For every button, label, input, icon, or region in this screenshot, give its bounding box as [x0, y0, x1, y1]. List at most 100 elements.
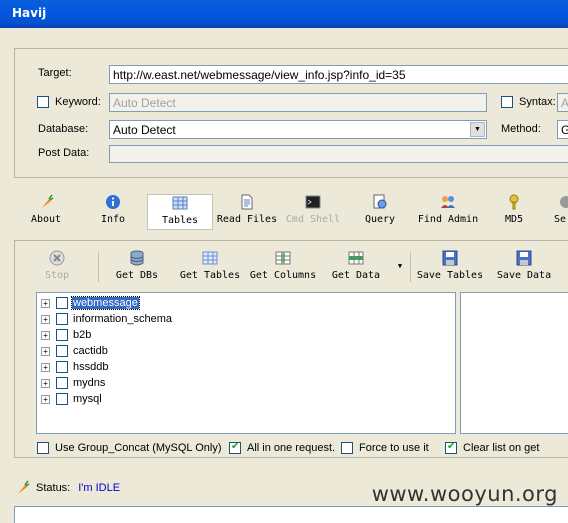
database-tree[interactable]: + webmessage + information_schema + b2b …: [36, 292, 456, 434]
group-concat-checkbox[interactable]: [37, 442, 49, 454]
tree-item-checkbox[interactable]: [56, 329, 68, 341]
tree-item-hssddb[interactable]: + hssddb: [41, 359, 109, 375]
status-bar: Status: I'm IDLE: [14, 480, 120, 496]
expand-icon[interactable]: +: [41, 298, 50, 308]
syntax-checkbox[interactable]: [501, 96, 513, 108]
tree-item-label: webmessage: [71, 296, 140, 310]
tree-item-mysql[interactable]: + mysql: [41, 391, 103, 407]
save-icon: [442, 250, 458, 266]
expand-icon[interactable]: +: [41, 378, 50, 388]
all-in-one-option[interactable]: All in one request.: [229, 441, 335, 455]
carrot-icon: [18, 480, 30, 494]
tab-find-admin[interactable]: Find Admin: [414, 194, 482, 230]
tab-label: Se: [553, 214, 567, 225]
force-label: Force to use it: [359, 442, 429, 454]
tree-item-checkbox[interactable]: [56, 297, 68, 309]
tree-item-label: hssddb: [73, 361, 109, 373]
get-tables-label: Get Tables: [179, 270, 241, 281]
syntax-input[interactable]: A: [557, 93, 568, 112]
tab-label: Info: [100, 214, 126, 225]
tree-item-webmessage[interactable]: + webmessage: [41, 295, 140, 311]
data-result-panel[interactable]: [460, 292, 568, 434]
stop-icon: [49, 250, 65, 266]
get-columns-label: Get Columns: [249, 270, 317, 281]
group-concat-option[interactable]: Use Group_Concat (MySQL Only): [37, 441, 221, 455]
data-icon: [348, 251, 364, 265]
tables-toolbar: Stop Get DBs Get Tables Get Columns Get …: [0, 250, 568, 286]
tab-query[interactable]: Query: [360, 194, 400, 230]
tab-label: MD5: [504, 214, 524, 225]
get-columns-button[interactable]: Get Columns: [248, 250, 318, 281]
tree-item-mydns[interactable]: + mydns: [41, 375, 106, 391]
settings-icon: [560, 196, 568, 208]
admin-icon: [441, 196, 455, 208]
tab-tables[interactable]: Tables: [147, 194, 213, 230]
columns-icon: [275, 251, 291, 265]
get-data-dropdown[interactable]: ▼: [395, 262, 405, 270]
expand-icon[interactable]: +: [41, 314, 50, 324]
save-data-button[interactable]: Save Data: [494, 250, 554, 281]
clear-list-checkbox[interactable]: [445, 441, 457, 454]
method-select[interactable]: G: [557, 120, 568, 139]
expand-icon[interactable]: +: [41, 330, 50, 340]
clear-list-label: Clear list on get: [463, 442, 540, 454]
save-tables-button[interactable]: Save Tables: [414, 250, 486, 281]
tab-cmd-shell[interactable]: Cmd Shell: [284, 194, 342, 230]
terminal-icon: [305, 195, 321, 209]
tab-label: Query: [364, 214, 396, 225]
stop-button[interactable]: Stop: [40, 250, 74, 281]
get-data-button[interactable]: Get Data: [330, 250, 382, 281]
chevron-down-icon[interactable]: ▼: [470, 122, 485, 137]
expand-icon[interactable]: +: [41, 346, 50, 356]
keyword-checkbox[interactable]: [37, 96, 49, 108]
force-option[interactable]: Force to use it: [341, 441, 429, 455]
query-icon: [373, 194, 387, 209]
tree-item-label: b2b: [73, 329, 92, 341]
tree-item-checkbox[interactable]: [56, 361, 68, 373]
tree-item-b2b[interactable]: + b2b: [41, 327, 92, 343]
tree-item-cactidb[interactable]: + cactidb: [41, 343, 109, 359]
tree-item-checkbox[interactable]: [56, 377, 68, 389]
clear-list-option[interactable]: Clear list on get: [445, 441, 539, 455]
target-url-input[interactable]: http://w.east.net/webmessage/view_info.j…: [109, 65, 568, 84]
chevron-down-icon: ▼: [397, 262, 403, 270]
postdata-input[interactable]: [109, 145, 568, 163]
tree-item-label: mysql: [73, 393, 102, 405]
postdata-label: Post Data:: [38, 147, 90, 159]
database-select[interactable]: Auto Detect ▼: [109, 120, 487, 139]
get-dbs-button[interactable]: Get DBs: [114, 250, 160, 281]
all-in-one-checkbox[interactable]: [229, 441, 241, 454]
all-in-one-label: All in one request.: [247, 442, 336, 454]
title-bar[interactable]: Havij: [0, 0, 568, 28]
tree-item-checkbox[interactable]: [56, 345, 68, 357]
carrot-icon: [42, 194, 54, 208]
keyword-input[interactable]: Auto Detect: [109, 93, 487, 112]
tab-read-files[interactable]: Read Files: [215, 194, 279, 230]
tab-about[interactable]: About: [28, 194, 64, 230]
get-dbs-label: Get DBs: [115, 270, 159, 281]
main-tabs: About Info Tables Read Files Cmd Shell Q…: [0, 194, 568, 232]
tree-item-checkbox[interactable]: [56, 393, 68, 405]
log-box[interactable]: [14, 506, 568, 523]
tab-md5[interactable]: MD5: [500, 194, 528, 230]
tree-item-information-schema[interactable]: + information_schema: [41, 311, 173, 327]
database-select-value: Auto Detect: [113, 123, 176, 137]
status-value: I'm IDLE: [78, 482, 121, 494]
expand-icon[interactable]: +: [41, 394, 50, 404]
tab-label: Read Files: [216, 214, 278, 225]
toolbar-separator: [98, 252, 99, 282]
method-label: Method:: [501, 123, 541, 135]
keyword-label: Keyword:: [55, 96, 101, 108]
tab-settings[interactable]: Se: [552, 194, 568, 230]
force-checkbox[interactable]: [341, 442, 353, 454]
tree-item-label: information_schema: [73, 313, 173, 325]
tab-label: About: [30, 214, 62, 225]
expand-icon[interactable]: +: [41, 362, 50, 372]
tab-info[interactable]: Info: [96, 194, 130, 230]
database-icon: [130, 250, 144, 266]
save-icon: [516, 250, 532, 266]
tree-item-checkbox[interactable]: [56, 313, 68, 325]
save-tables-label: Save Tables: [416, 270, 484, 281]
get-tables-button[interactable]: Get Tables: [178, 250, 242, 281]
document-icon: [241, 194, 253, 210]
